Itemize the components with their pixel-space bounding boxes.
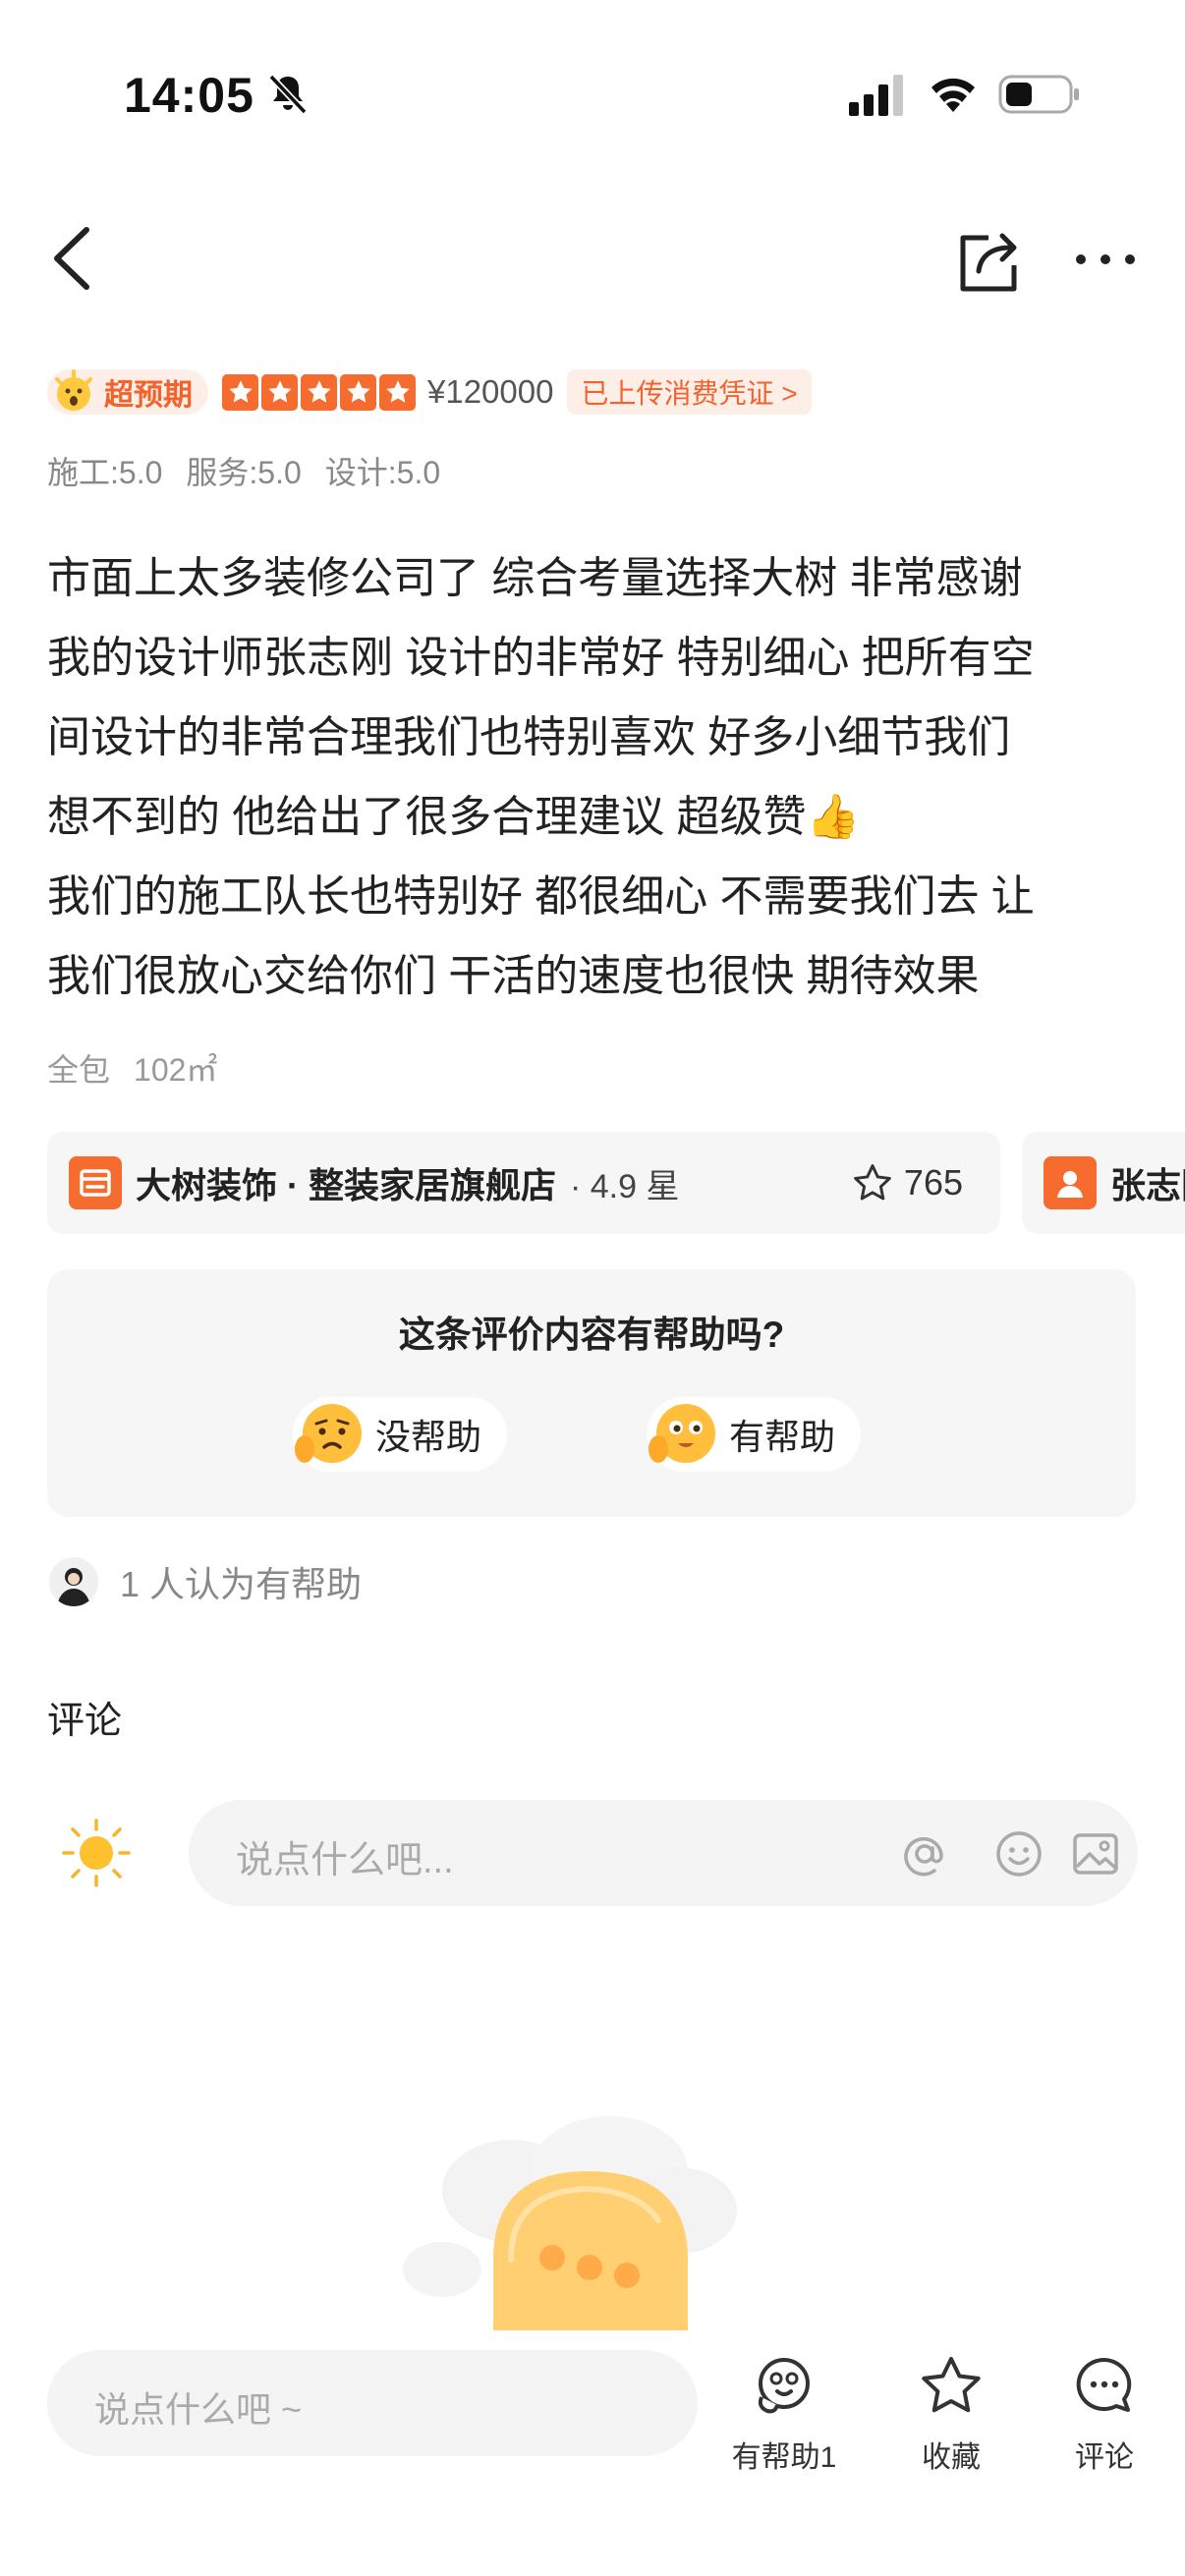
mention-icon[interactable]	[898, 1827, 951, 1880]
favorite-action[interactable]: 收藏	[882, 2350, 1020, 2476]
back-icon[interactable]	[49, 224, 98, 293]
sun-avatar-icon	[62, 1819, 131, 1887]
store-name: 大树装饰 · 整装家居旗舰店	[136, 1165, 556, 1205]
battery-icon	[998, 75, 1079, 114]
thinking-face-icon	[649, 1404, 715, 1463]
favorite-action-label: 收藏	[922, 2441, 981, 2474]
related-chips: 大树装饰 · 整装家居旗舰店 · 4.9 星 765 张志刚	[47, 1132, 1185, 1234]
star-icon	[261, 373, 298, 411]
muted-bell-icon	[268, 74, 308, 115]
star-icon	[301, 373, 337, 411]
share-icon[interactable]	[955, 226, 1024, 295]
helpful-action[interactable]: 有帮助1	[715, 2350, 853, 2476]
package-type: 全包	[47, 1052, 111, 1088]
shocked-face-icon	[55, 369, 92, 411]
cellular-signal-icon	[849, 75, 903, 116]
rating-row: 超预期 ¥120000 已上传消费凭证 >	[47, 367, 812, 417]
receipt-uploaded-link[interactable]: 已上传消费凭证 >	[567, 369, 812, 415]
sub-scores: 施工:5.0 服务:5.0 设计:5.0	[47, 448, 440, 493]
comment-action-label: 评论	[1075, 2441, 1134, 2474]
empty-comments-illustration	[403, 2116, 737, 2330]
review-line: 我们很放心交给你们 干活的速度也很快 期待效果	[47, 952, 980, 1000]
designer-name: 张志刚	[1110, 1165, 1185, 1205]
comments-heading: 评论	[47, 1701, 123, 1742]
more-options-icon[interactable]	[1073, 248, 1138, 271]
bottom-comment-input[interactable]: 说点什么吧 ~	[47, 2350, 698, 2456]
design-score: 设计:5.0	[324, 455, 441, 490]
person-icon	[1044, 1156, 1097, 1209]
image-icon[interactable]	[1069, 1827, 1122, 1880]
review-line: 我的设计师张志刚 设计的非常好 特别细心 把所有空	[47, 634, 1035, 682]
bottom-input-placeholder: 说点什么吧 ~	[94, 2389, 303, 2430]
exceeds-expectation-badge: 超预期	[47, 369, 208, 415]
store-rating: · 4.9 星	[570, 1167, 680, 1205]
store-favorites: 765	[851, 1161, 963, 1204]
star-icon	[340, 373, 376, 411]
project-meta: 全包 102㎡	[47, 1045, 217, 1091]
star-rating	[222, 373, 416, 411]
construction-score: 施工:5.0	[47, 455, 163, 490]
comment-placeholder: 说点什么吧...	[236, 1840, 454, 1881]
service-score: 服务:5.0	[186, 455, 302, 490]
sad-face-icon	[295, 1404, 362, 1463]
designer-chip[interactable]: 张志刚	[1022, 1132, 1185, 1234]
favorites-count: 765	[903, 1162, 963, 1203]
not-helpful-label: 没帮助	[375, 1417, 482, 1457]
wifi-icon	[931, 78, 975, 112]
comment-bubble-icon	[1076, 2357, 1132, 2412]
emoji-icon[interactable]	[992, 1827, 1045, 1880]
review-line: 想不到的 他给出了很多合理建议 超级赞👍	[47, 793, 861, 841]
badge-label: 超预期	[104, 379, 193, 412]
review-line: 间设计的非常合理我们也特别喜欢 好多小细节我们	[47, 713, 1011, 761]
price: ¥120000	[427, 373, 554, 410]
helpful-action-label: 有帮助1	[731, 2441, 837, 2474]
store-icon	[69, 1156, 122, 1209]
review-body: 市面上太多装修公司了 综合考量选择大树 非常感谢 我的设计师张志刚 设计的非常好…	[47, 538, 1148, 1016]
comment-action[interactable]: 评论	[1036, 2350, 1173, 2476]
helped-count-text: 1 人认为有帮助	[120, 1564, 363, 1604]
helpful-button[interactable]: 有帮助	[647, 1397, 862, 1472]
store-chip[interactable]: 大树装饰 · 整装家居旗舰店 · 4.9 星 765	[47, 1132, 1000, 1234]
helpful-question: 这条评价内容有帮助吗?	[398, 1315, 785, 1355]
house-area: 102㎡	[134, 1052, 218, 1088]
helped-summary[interactable]: 1 人认为有帮助	[49, 1556, 362, 1607]
helpful-poll: 这条评价内容有帮助吗? 没帮助 有帮助	[47, 1269, 1136, 1517]
review-line: 我们的施工队长也特别好 都很细心 不需要我们去 让	[47, 872, 1035, 921]
star-icon	[379, 373, 416, 411]
comment-input[interactable]: 说点什么吧...	[189, 1800, 1138, 1906]
comment-compose: 说点什么吧...	[47, 1800, 1138, 1906]
star-outline-icon	[854, 1164, 891, 1201]
helpful-label: 有帮助	[729, 1417, 836, 1457]
helpful-face-icon	[758, 2358, 810, 2414]
review-line: 市面上太多装修公司了 综合考量选择大树 非常感谢	[47, 554, 1023, 602]
status-time: 14:05	[124, 68, 254, 123]
star-icon	[222, 373, 258, 411]
status-bar: 14:05	[0, 0, 1185, 187]
star-outline-icon	[922, 2357, 981, 2413]
not-helpful-button[interactable]: 没帮助	[293, 1397, 508, 1472]
avatar	[49, 1557, 98, 1606]
